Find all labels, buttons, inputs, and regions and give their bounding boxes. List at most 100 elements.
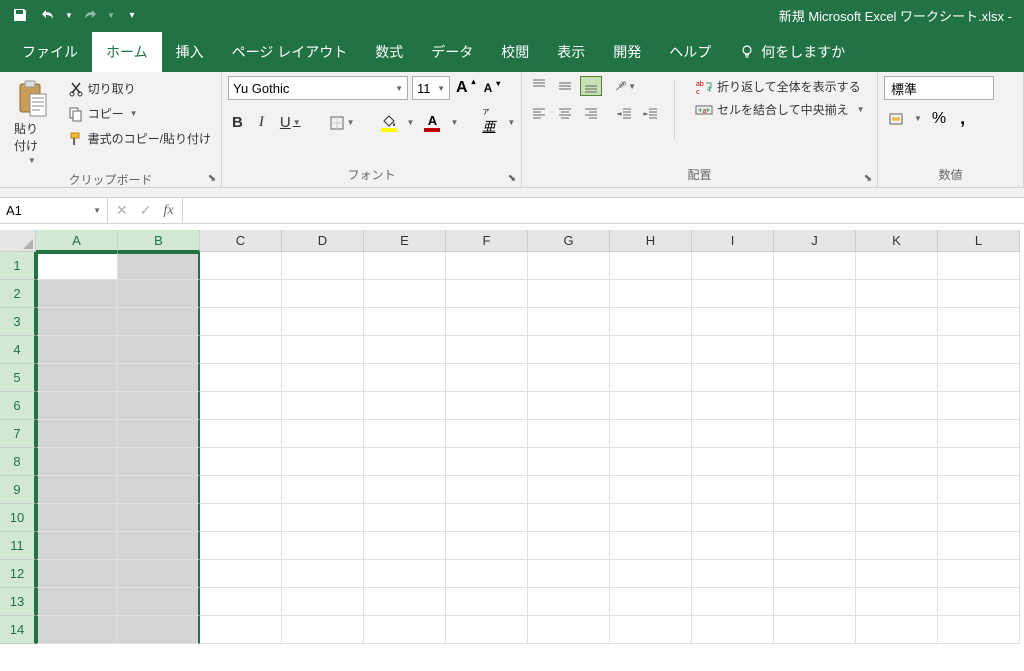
- row-header-7[interactable]: 7: [0, 420, 36, 448]
- cell-A3[interactable]: [36, 308, 118, 336]
- cell-F12[interactable]: [446, 560, 528, 588]
- fill-color-button[interactable]: [379, 114, 399, 132]
- cell-D10[interactable]: [282, 504, 364, 532]
- cell-B14[interactable]: [118, 616, 200, 644]
- cell-J2[interactable]: [774, 280, 856, 308]
- merge-center-button[interactable]: a セルを結合して中央揃え ▼: [695, 101, 865, 118]
- cell-D7[interactable]: [282, 420, 364, 448]
- cell-L5[interactable]: [938, 364, 1020, 392]
- cell-D5[interactable]: [282, 364, 364, 392]
- cell-F5[interactable]: [446, 364, 528, 392]
- cell-H1[interactable]: [610, 252, 692, 280]
- cell-G5[interactable]: [528, 364, 610, 392]
- cell-D12[interactable]: [282, 560, 364, 588]
- cell-C6[interactable]: [200, 392, 282, 420]
- cell-I14[interactable]: [692, 616, 774, 644]
- cell-L14[interactable]: [938, 616, 1020, 644]
- row-header-2[interactable]: 2: [0, 280, 36, 308]
- tab-data[interactable]: データ: [417, 32, 487, 72]
- tab-view[interactable]: 表示: [543, 32, 599, 72]
- italic-button[interactable]: I: [255, 112, 268, 133]
- cell-I6[interactable]: [692, 392, 774, 420]
- tab-review[interactable]: 校閲: [487, 32, 543, 72]
- align-center-button[interactable]: [554, 104, 576, 124]
- cell-I10[interactable]: [692, 504, 774, 532]
- wrap-text-button[interactable]: abc 折り返して全体を表示する: [695, 78, 865, 95]
- align-bottom-button[interactable]: [580, 76, 602, 96]
- cell-H7[interactable]: [610, 420, 692, 448]
- cell-A1[interactable]: [36, 252, 118, 280]
- font-launcher[interactable]: ⬊: [505, 171, 519, 185]
- format-painter-button[interactable]: 書式のコピー/貼り付け: [64, 128, 215, 149]
- cell-G2[interactable]: [528, 280, 610, 308]
- cell-C5[interactable]: [200, 364, 282, 392]
- col-header-D[interactable]: D: [282, 230, 364, 252]
- cell-D9[interactable]: [282, 476, 364, 504]
- cell-H4[interactable]: [610, 336, 692, 364]
- tab-home[interactable]: ホーム: [92, 32, 162, 72]
- cell-J8[interactable]: [774, 448, 856, 476]
- cell-C11[interactable]: [200, 532, 282, 560]
- cell-L13[interactable]: [938, 588, 1020, 616]
- cell-A9[interactable]: [36, 476, 118, 504]
- cell-H8[interactable]: [610, 448, 692, 476]
- cell-K8[interactable]: [856, 448, 938, 476]
- cell-C4[interactable]: [200, 336, 282, 364]
- row-header-8[interactable]: 8: [0, 448, 36, 476]
- cell-A12[interactable]: [36, 560, 118, 588]
- cell-J13[interactable]: [774, 588, 856, 616]
- cell-B11[interactable]: [118, 532, 200, 560]
- cell-C14[interactable]: [200, 616, 282, 644]
- ruby-button[interactable]: ア 亜: [478, 108, 499, 137]
- comma-button[interactable]: ,: [956, 106, 969, 131]
- cell-A5[interactable]: [36, 364, 118, 392]
- cell-F7[interactable]: [446, 420, 528, 448]
- cell-E14[interactable]: [364, 616, 446, 644]
- tab-formulas[interactable]: 数式: [361, 32, 417, 72]
- formula-input[interactable]: [183, 198, 1024, 223]
- save-button[interactable]: [8, 3, 32, 27]
- cell-F1[interactable]: [446, 252, 528, 280]
- cell-E12[interactable]: [364, 560, 446, 588]
- cell-B8[interactable]: [118, 448, 200, 476]
- row-header-1[interactable]: 1: [0, 252, 36, 280]
- undo-dropdown[interactable]: ▼: [64, 3, 74, 27]
- cell-H10[interactable]: [610, 504, 692, 532]
- decrease-indent-button[interactable]: [614, 104, 636, 124]
- copy-button[interactable]: コピー ▼: [64, 103, 215, 124]
- cell-C8[interactable]: [200, 448, 282, 476]
- cell-G12[interactable]: [528, 560, 610, 588]
- cell-C13[interactable]: [200, 588, 282, 616]
- cell-G14[interactable]: [528, 616, 610, 644]
- cell-E2[interactable]: [364, 280, 446, 308]
- select-all-corner[interactable]: [0, 230, 36, 252]
- number-format-select[interactable]: 標準: [884, 76, 994, 100]
- cell-G7[interactable]: [528, 420, 610, 448]
- cell-J7[interactable]: [774, 420, 856, 448]
- cell-I13[interactable]: [692, 588, 774, 616]
- cell-K1[interactable]: [856, 252, 938, 280]
- cell-J1[interactable]: [774, 252, 856, 280]
- cell-B12[interactable]: [118, 560, 200, 588]
- cell-J14[interactable]: [774, 616, 856, 644]
- col-header-G[interactable]: G: [528, 230, 610, 252]
- cell-D11[interactable]: [282, 532, 364, 560]
- cell-L1[interactable]: [938, 252, 1020, 280]
- row-header-4[interactable]: 4: [0, 336, 36, 364]
- col-header-J[interactable]: J: [774, 230, 856, 252]
- increase-font-button[interactable]: A▴: [454, 79, 470, 97]
- col-header-E[interactable]: E: [364, 230, 446, 252]
- bold-button[interactable]: B: [228, 112, 247, 133]
- cell-C12[interactable]: [200, 560, 282, 588]
- row-header-14[interactable]: 14: [0, 616, 36, 644]
- cell-J11[interactable]: [774, 532, 856, 560]
- cell-L6[interactable]: [938, 392, 1020, 420]
- cell-F11[interactable]: [446, 532, 528, 560]
- cell-C2[interactable]: [200, 280, 282, 308]
- cell-I5[interactable]: [692, 364, 774, 392]
- align-middle-button[interactable]: [554, 76, 576, 96]
- cell-A14[interactable]: [36, 616, 118, 644]
- cell-D13[interactable]: [282, 588, 364, 616]
- cell-L4[interactable]: [938, 336, 1020, 364]
- cell-F8[interactable]: [446, 448, 528, 476]
